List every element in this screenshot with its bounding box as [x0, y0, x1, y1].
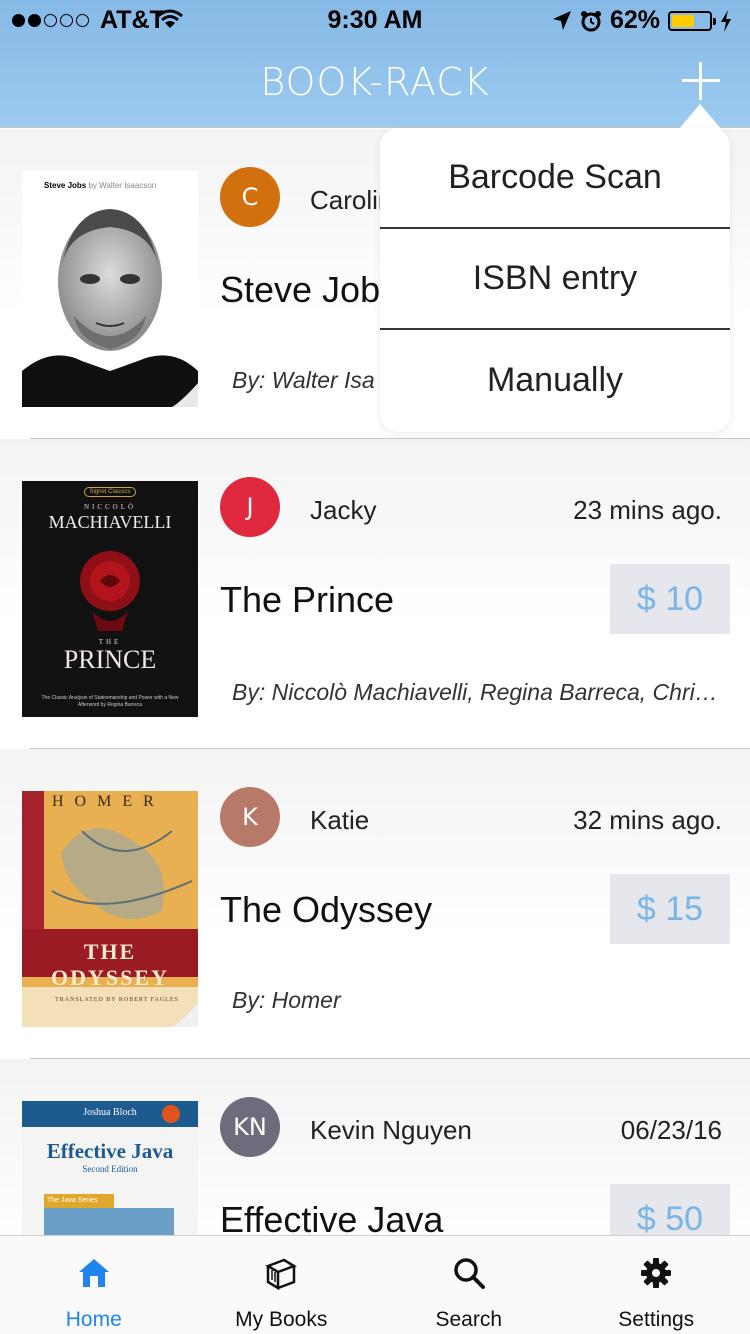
cover-illustration [22, 791, 198, 1027]
nav-header: AT&T 9:30 AM 62% BOOK-RACK [0, 0, 750, 128]
tab-settings[interactable]: Settings [563, 1236, 750, 1334]
plus-icon[interactable] [682, 62, 720, 100]
cover-text: PRINCE [63, 645, 157, 674]
add-book-menu: Barcode Scan ISBN entry Manually [380, 128, 730, 432]
username: Jacky [310, 495, 377, 525]
price-button[interactable]: $ 15 [610, 874, 730, 944]
book-title: Steve Jobs [220, 269, 399, 310]
avatar-initials: J [246, 493, 254, 521]
tab-label: My Books [235, 1308, 328, 1331]
charging-bolt-icon [721, 9, 731, 32]
book-card[interactable]: Signet Classics NICCOLÒ MACHIAVELLI THE … [0, 439, 750, 749]
avatar[interactable]: KN [220, 1097, 280, 1157]
posted-time: 06/23/16 [620, 1115, 722, 1145]
book-title: The Prince [220, 579, 395, 620]
book-cover[interactable]: Steve Jobs by Walter Isaacson [22, 171, 198, 407]
location-arrow-icon [552, 10, 571, 30]
menu-item-barcode-scan[interactable]: Barcode Scan [380, 128, 730, 229]
wax-seal-illustration [80, 551, 140, 631]
battery-percent: 62% [609, 6, 660, 34]
portrait-illustration [22, 209, 198, 407]
tab-my-books[interactable]: My Books [188, 1236, 376, 1334]
avatar[interactable]: K [220, 787, 280, 847]
tab-label: Settings [618, 1308, 695, 1331]
price-button[interactable]: $ 10 [610, 564, 730, 634]
tab-label: Search [435, 1308, 503, 1331]
book-cover[interactable]: Signet Classics NICCOLÒ MACHIAVELLI THE … [22, 481, 198, 717]
cover-text: The Classic Analysis of Statesmanship an… [41, 695, 179, 708]
cover-text: Second Edition [82, 1164, 138, 1174]
status-bar: AT&T 9:30 AM 62% [0, 0, 750, 40]
award-badge-icon [162, 1105, 180, 1123]
cover-text: THE ODYSSEY [51, 939, 169, 990]
home-icon [78, 1259, 109, 1287]
avatar-initials: K [242, 803, 258, 831]
book-card[interactable]: HOMER THE ODYSSEY TRANSLATED BY ROBERT F… [0, 749, 750, 1059]
posted-time: 23 mins ago. [573, 495, 722, 525]
cover-text: Effective Java [46, 1139, 174, 1163]
book-authors: By: Homer [232, 987, 341, 1013]
menu-item-isbn-entry[interactable]: ISBN entry [380, 229, 730, 330]
cover-text: The Java Series [44, 1194, 114, 1208]
gear-icon [641, 1258, 672, 1288]
avatar[interactable]: J [220, 477, 280, 537]
book-title: Effective Java [220, 1199, 444, 1235]
avatar[interactable]: C [220, 167, 280, 227]
book-cover[interactable]: HOMER THE ODYSSEY TRANSLATED BY ROBERT F… [22, 791, 198, 1027]
app-title: BOOK-RACK [260, 60, 490, 104]
battery-icon [668, 10, 716, 31]
battery-level [672, 14, 695, 27]
tab-bar: Home My Books Search Settings [0, 1235, 750, 1334]
username: Kevin Nguyen [310, 1115, 472, 1145]
books-icon [265, 1258, 298, 1290]
search-icon [454, 1258, 485, 1289]
price-button[interactable]: $ 50 [610, 1184, 730, 1235]
avatar-initials: C [241, 183, 259, 211]
alarm-icon [580, 10, 601, 31]
dropdown-pointer [678, 104, 722, 130]
avatar-initials: KN [233, 1113, 267, 1141]
cover-text: TRANSLATED BY ROBERT FAGLES [55, 997, 179, 1003]
book-card[interactable]: Joshua Bloch Effective Java Second Editi… [0, 1059, 750, 1235]
posted-time: 32 mins ago. [573, 805, 722, 835]
book-authors: By: Niccolò Machiavelli, Regina Barreca,… [232, 679, 726, 705]
username: Katie [310, 805, 370, 835]
tab-label: Home [65, 1308, 122, 1331]
tab-home[interactable]: Home [0, 1236, 188, 1334]
tab-search[interactable]: Search [375, 1236, 563, 1334]
book-cover[interactable]: Joshua Bloch Effective Java Second Editi… [22, 1101, 198, 1235]
menu-item-manually[interactable]: Manually [380, 330, 730, 431]
book-title: The Odyssey [220, 889, 433, 930]
